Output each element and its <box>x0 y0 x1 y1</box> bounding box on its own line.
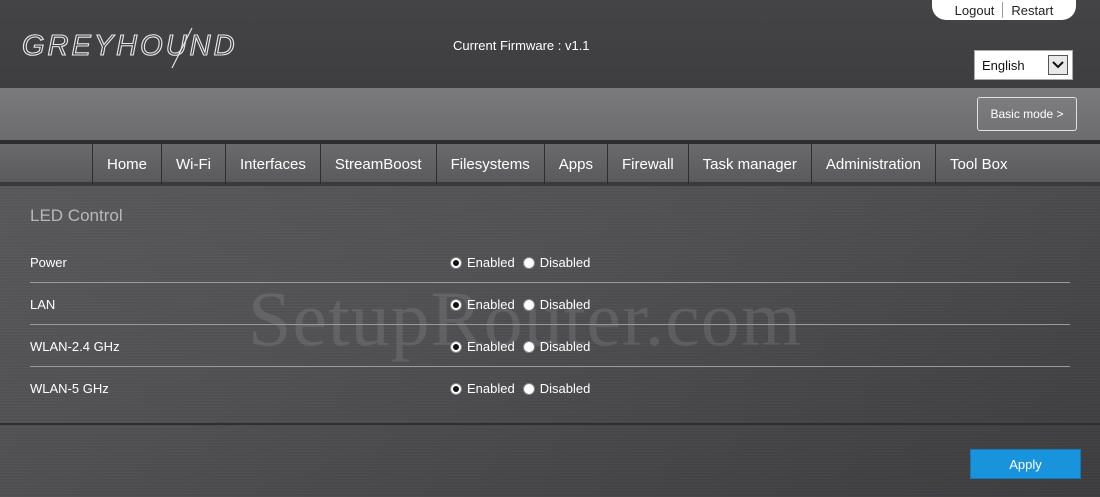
nav-item-streamboost[interactable]: StreamBoost <box>319 144 436 184</box>
radio-enabled[interactable] <box>450 340 462 353</box>
mode-band: Basic mode > <box>0 88 1100 140</box>
section-title: LED Control <box>30 206 123 225</box>
disabled-label: Disabled <box>539 255 591 270</box>
disabled-label: Disabled <box>539 339 591 354</box>
svg-text:GREYHOUND: GREYHOUND <box>22 30 238 62</box>
nav-item-home[interactable]: Home <box>92 144 161 184</box>
led-row-wlan-5: WLAN-5 GHz Enabled Disabled <box>30 367 1070 409</box>
divider <box>0 423 1100 425</box>
language-value: English <box>982 57 1025 73</box>
radio-enabled[interactable] <box>450 298 462 311</box>
language-select[interactable]: English <box>974 50 1073 80</box>
row-label: LAN <box>30 297 56 312</box>
enabled-label: Enabled <box>467 339 515 354</box>
greyhound-logo: GREYHOUND <box>22 27 238 69</box>
row-label: Power <box>30 255 67 270</box>
radio-enabled[interactable] <box>450 256 462 269</box>
nav-item-wifi[interactable]: Wi-Fi <box>161 144 225 184</box>
firmware-version: Current Firmware : v1.1 <box>453 38 590 53</box>
nav-item-filesystems[interactable]: Filesystems <box>435 144 544 184</box>
enabled-option[interactable]: Enabled <box>450 381 515 396</box>
top-links: Logout Restart <box>932 0 1076 20</box>
radio-enabled[interactable] <box>450 382 462 395</box>
row-label: WLAN-5 GHz <box>30 381 109 396</box>
radio-disabled[interactable] <box>522 298 535 311</box>
header: GREYHOUND Current Firmware : v1.1 Logout… <box>0 0 1100 88</box>
chevron-down-icon[interactable] <box>1048 55 1068 75</box>
led-row-lan: LAN Enabled Disabled <box>30 283 1070 325</box>
restart-link[interactable]: Restart <box>1003 3 1061 18</box>
main-nav: Home Wi-Fi Interfaces StreamBoost Filesy… <box>0 144 1100 184</box>
logout-link[interactable]: Logout <box>947 3 1003 18</box>
nav-item-task-manager[interactable]: Task manager <box>687 144 811 184</box>
content-panel: SetupRouter.com LED Control Power Enable… <box>0 186 1100 497</box>
row-label: WLAN-2.4 GHz <box>30 339 120 354</box>
enabled-label: Enabled <box>467 255 515 270</box>
disabled-option[interactable]: Disabled <box>522 255 591 270</box>
nav-item-tool-box[interactable]: Tool Box <box>934 144 1022 184</box>
enabled-label: Enabled <box>467 297 515 312</box>
enabled-option[interactable]: Enabled <box>450 297 515 312</box>
led-row-power: Power Enabled Disabled <box>30 241 1070 283</box>
disabled-option[interactable]: Disabled <box>522 297 591 312</box>
disabled-label: Disabled <box>539 297 591 312</box>
nav-item-firewall[interactable]: Firewall <box>606 144 688 184</box>
led-row-wlan-24: WLAN-2.4 GHz Enabled Disabled <box>30 325 1070 367</box>
enabled-option[interactable]: Enabled <box>450 255 515 270</box>
enabled-label: Enabled <box>467 381 515 396</box>
disabled-label: Disabled <box>539 381 591 396</box>
enabled-option[interactable]: Enabled <box>450 339 515 354</box>
radio-disabled[interactable] <box>522 256 535 269</box>
nav-item-apps[interactable]: Apps <box>543 144 607 184</box>
basic-mode-button[interactable]: Basic mode > <box>977 97 1077 131</box>
nav-item-interfaces[interactable]: Interfaces <box>225 144 320 184</box>
disabled-option[interactable]: Disabled <box>522 339 591 354</box>
radio-disabled[interactable] <box>522 382 535 395</box>
nav-item-administration[interactable]: Administration <box>810 144 935 184</box>
disabled-option[interactable]: Disabled <box>522 381 591 396</box>
radio-disabled[interactable] <box>522 340 535 353</box>
apply-button[interactable]: Apply <box>970 449 1081 479</box>
